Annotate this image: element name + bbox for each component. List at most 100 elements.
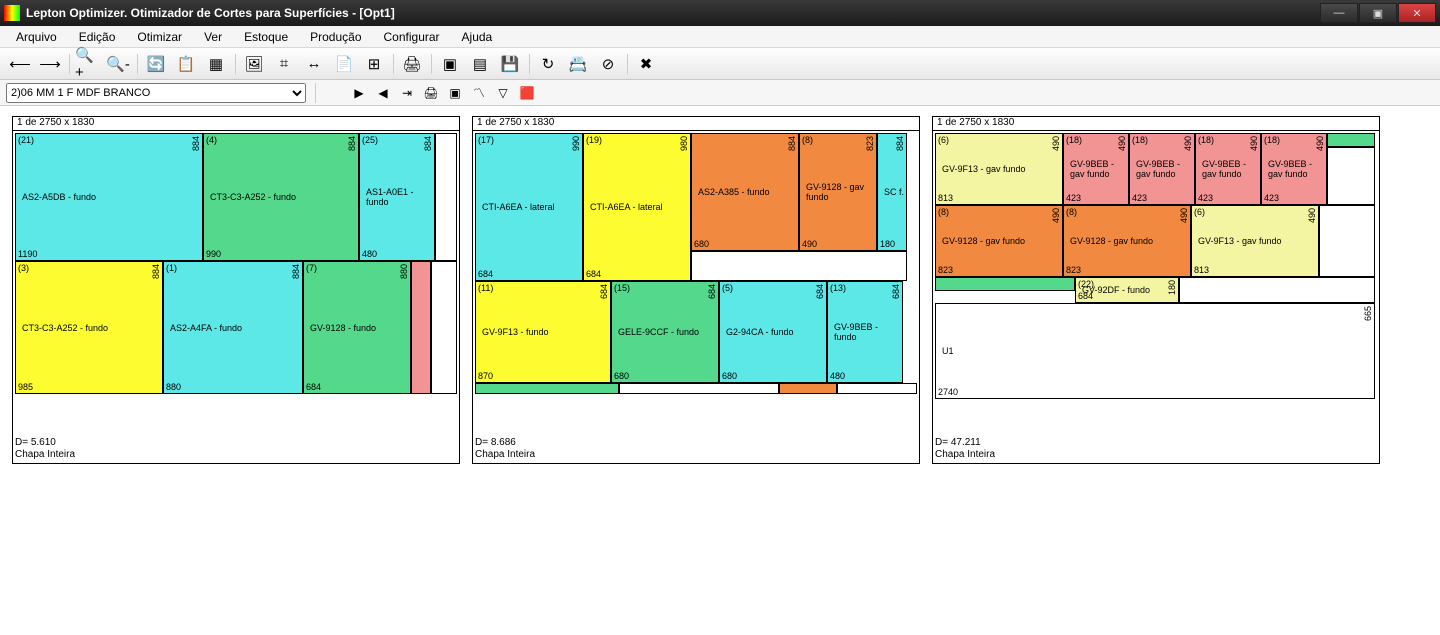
piece-width: 490 [802, 239, 817, 249]
cut-piece[interactable] [691, 251, 907, 281]
filter-button[interactable]: ▽ [492, 83, 514, 103]
sheet-panel-1[interactable]: 1 de 2750 x 1830 (21)884AS2-A5DB - fundo1… [12, 116, 460, 464]
cut-piece[interactable] [1327, 133, 1375, 147]
view1-button[interactable]: ▣ [436, 51, 464, 77]
cut-piece[interactable]: (6)490GV-9F13 - gav fundo813 [1191, 205, 1319, 277]
cut-piece[interactable] [475, 383, 619, 394]
cut-piece[interactable]: (15)684GELE-9CCF - fundo680 [611, 281, 719, 383]
piece-height: 823 [865, 136, 875, 151]
cut-piece[interactable]: 665U12740 [935, 303, 1375, 399]
cut-piece[interactable]: (25)884AS1-A0E1 - fundo480 [359, 133, 435, 261]
cut-piece[interactable]: (7)880GV-9128 - fundo684 [303, 261, 411, 394]
sheet-panel-2[interactable]: 1 de 2750 x 1830 (17)990CTI-A6EA - latera… [472, 116, 920, 464]
cut-piece[interactable]: (5)684G2-94CA - fundo680 [719, 281, 827, 383]
separator [66, 51, 72, 77]
cut-piece[interactable]: (4)884CT3-C3-A252 - fundo990 [203, 133, 359, 261]
cut-piece[interactable]: (8)490GV-9128 - gav fundo823 [1063, 205, 1191, 277]
cut-piece[interactable]: 884SC f.180 [877, 133, 907, 251]
maximize-button[interactable]: ▣ [1359, 3, 1397, 23]
cut-piece[interactable]: (8)490GV-9128 - gav fundo823 [935, 205, 1063, 277]
cut-piece[interactable]: (18)490GV-9BEB - gav fundo423 [1063, 133, 1129, 205]
cut-piece[interactable] [1327, 147, 1375, 205]
cut-piece[interactable]: (22)180GV-92DF - fundo684 [1075, 277, 1179, 303]
pattern-button[interactable]: ⌗ [270, 51, 298, 77]
grid-button[interactable]: ▦ [202, 51, 230, 77]
save-button[interactable]: 💾 [496, 51, 524, 77]
layout-button[interactable]: ↔ [300, 51, 328, 77]
cut-piece[interactable]: (8)823GV-9128 - gav fundo490 [799, 133, 877, 251]
cut-piece[interactable]: (3)884CT3-C3-A252 - fundo985 [15, 261, 163, 394]
menu-produção[interactable]: Produção [300, 28, 371, 46]
menu-edição[interactable]: Edição [69, 28, 126, 46]
blank-button[interactable] [324, 83, 346, 103]
delete-button[interactable]: ✖ [632, 51, 660, 77]
zoom-out-button[interactable]: 🔍- [104, 51, 132, 77]
zoom-in-button[interactable]: 🔍+ [74, 51, 102, 77]
piece-width: 180 [880, 239, 895, 249]
prev-button[interactable]: ◀ [372, 83, 394, 103]
reload-button[interactable]: ↻ [534, 51, 562, 77]
panels-button[interactable]: ⊞ [360, 51, 388, 77]
piece-height: 684 [891, 284, 901, 299]
panel-header: 1 de 2750 x 1830 [13, 117, 459, 131]
goto-end-button[interactable]: ⇥ [396, 83, 418, 103]
cut-piece[interactable]: (18)490GV-9BEB - gav fundo423 [1129, 133, 1195, 205]
piece-index: (18) [1132, 135, 1148, 145]
piece-name: U1 [942, 346, 954, 356]
cut-piece[interactable] [1319, 205, 1375, 277]
app-icon [4, 5, 20, 21]
cut-piece[interactable] [837, 383, 917, 394]
chart-button[interactable]: 〽 [468, 83, 490, 103]
cut-piece[interactable]: (13)684GV-9BEB - fundo480 [827, 281, 903, 383]
view3-button[interactable]: ▣ [444, 83, 466, 103]
minimize-button[interactable]: — [1320, 3, 1358, 23]
cut-piece[interactable]: (19)980CTI-A6EA - lateral684 [583, 133, 691, 281]
cut-piece[interactable] [431, 261, 457, 394]
cut-piece[interactable]: (6)490GV-9F13 - gav fundo813 [935, 133, 1063, 205]
close-button[interactable]: ✕ [1398, 3, 1436, 23]
view2-button[interactable]: ▤ [466, 51, 494, 77]
cut-piece[interactable] [435, 133, 457, 261]
disc-button[interactable]: ⊘ [594, 51, 622, 77]
cut-piece[interactable]: (11)684GV-9F13 - fundo870 [475, 281, 611, 383]
cut-piece[interactable]: (21)884AS2-A5DB - fundo1190 [15, 133, 203, 261]
image-button[interactable]: 🖼 [240, 51, 268, 77]
menu-ver[interactable]: Ver [194, 28, 232, 46]
stop-button[interactable]: 🟥 [516, 83, 538, 103]
panel-header: 1 de 2750 x 1830 [473, 117, 919, 131]
cut-piece[interactable] [779, 383, 837, 394]
cut-piece[interactable]: (18)490GV-9BEB - gav fundo423 [1195, 133, 1261, 205]
material-select[interactable]: 2)06 MM 1 F MDF BRANCO [6, 83, 306, 103]
back-button[interactable]: ⟵ [6, 51, 34, 77]
piece-name: CT3-C3-A252 - fundo [22, 323, 108, 333]
play-button[interactable]: ▶ [348, 83, 370, 103]
piece-height: 490 [1051, 208, 1061, 223]
menu-arquivo[interactable]: Arquivo [6, 28, 67, 46]
menu-estoque[interactable]: Estoque [234, 28, 298, 46]
cut-piece[interactable]: (18)490GV-9BEB - gav fundo423 [1261, 133, 1327, 205]
piece-name: GV-9F13 - gav fundo [1198, 236, 1282, 246]
clipboard-button[interactable]: 📋 [172, 51, 200, 77]
print2-button[interactable]: 🖨 [420, 83, 442, 103]
cut-piece[interactable] [1179, 277, 1375, 303]
cut-piece[interactable] [619, 383, 779, 394]
sheet-panel-3[interactable]: 1 de 2750 x 1830(6)490GV-9F13 - gav fund… [932, 116, 1380, 464]
refresh-button[interactable]: 🔄 [142, 51, 170, 77]
separator [390, 51, 396, 77]
cut-piece[interactable] [411, 261, 431, 394]
pdf-button[interactable]: 📄 [330, 51, 358, 77]
piece-width: 680 [722, 371, 737, 381]
forward-button[interactable]: ⟶ [36, 51, 64, 77]
cut-piece[interactable]: 884AS2-A385 - fundo680 [691, 133, 799, 251]
panel-body: (6)490GV-9F13 - gav fundo813(18)490GV-9B… [933, 131, 1379, 431]
calc-button[interactable]: 📇 [564, 51, 592, 77]
menu-otimizar[interactable]: Otimizar [127, 28, 192, 46]
cut-piece[interactable] [935, 277, 1075, 291]
piece-height: 665 [1363, 306, 1373, 321]
print-button[interactable]: 🖨 [398, 51, 426, 77]
menu-configurar[interactable]: Configurar [374, 28, 450, 46]
cut-piece[interactable]: (1)884AS2-A4FA - fundo880 [163, 261, 303, 394]
cut-piece[interactable]: (17)990CTI-A6EA - lateral684 [475, 133, 583, 281]
menu-ajuda[interactable]: Ajuda [452, 28, 503, 46]
piece-width: 823 [1066, 265, 1081, 275]
